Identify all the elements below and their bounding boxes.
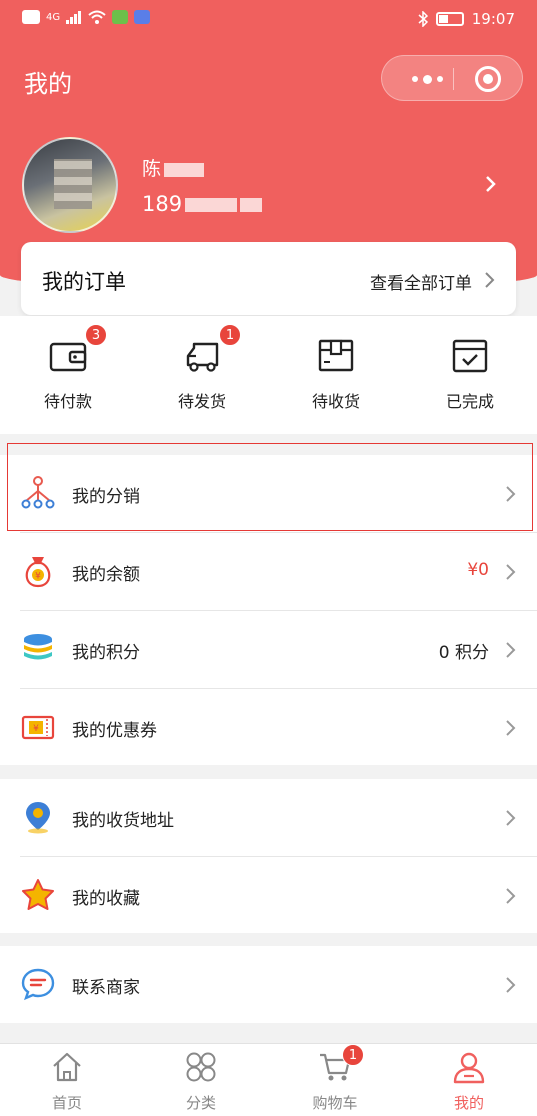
- chevron-right-icon: [506, 720, 516, 736]
- chevron-right-icon[interactable]: [484, 270, 496, 290]
- more-menu-button[interactable]: [400, 56, 454, 102]
- truck-icon: [186, 342, 219, 372]
- tab-label: 购物车: [312, 1094, 358, 1112]
- distribution-highlight-box: [7, 443, 533, 531]
- chevron-right-icon: [506, 642, 516, 658]
- grid-icon: [186, 1052, 216, 1082]
- bluetooth-icon: [418, 11, 428, 27]
- avatar[interactable]: [22, 137, 118, 233]
- order-item-label: 已完成: [445, 392, 494, 411]
- money-bag-icon: ¥: [25, 557, 51, 588]
- menu-label: 我的优惠券: [72, 721, 157, 741]
- order-item-label: 待收货: [311, 392, 360, 411]
- coupon-icon: ¥: [21, 715, 55, 740]
- page-title: 我的: [24, 70, 72, 98]
- points-value: 0 积分: [438, 643, 489, 663]
- star-icon: [22, 879, 54, 910]
- contact-menu-group: 联系商家: [0, 946, 537, 1023]
- signal-icon: [66, 11, 82, 24]
- order-pending-payment[interactable]: 3 待付款: [8, 324, 128, 412]
- menu-label: 联系商家: [72, 978, 140, 998]
- user-name: 陈: [142, 154, 205, 181]
- view-all-orders-link[interactable]: 查看全部订单: [370, 269, 472, 294]
- chat-bubble-icon: [21, 968, 55, 1001]
- status-bar: 4G 19:07: [0, 0, 537, 42]
- order-pending-shipment[interactable]: 1 待发货: [142, 324, 262, 412]
- tab-cart[interactable]: 1 购物车: [285, 1044, 385, 1113]
- menu-row-favorites[interactable]: 我的收藏: [0, 857, 537, 934]
- menu-label: 我的收货地址: [72, 811, 174, 831]
- miniprogram-capsule: [381, 55, 523, 101]
- chevron-right-icon: [506, 810, 516, 826]
- my-orders-title: 我的订单: [42, 270, 126, 294]
- wifi-icon: [88, 10, 106, 24]
- pending-payment-badge: 3: [85, 324, 107, 346]
- package-icon: [318, 339, 354, 372]
- chevron-right-icon: [506, 564, 516, 580]
- svg-text:¥: ¥: [33, 724, 39, 734]
- order-item-label: 待发货: [177, 392, 226, 411]
- close-miniprogram-button[interactable]: [475, 66, 501, 92]
- menu-row-contact[interactable]: 联系商家: [0, 946, 537, 1023]
- svg-text:¥: ¥: [35, 572, 41, 582]
- menu-row-points[interactable]: 我的积分 0 积分: [0, 611, 537, 688]
- status-time: 19:07: [471, 10, 515, 28]
- bottom-tab-bar: 首页 分类 1 购物车 我的: [0, 1043, 537, 1116]
- order-pending-receipt[interactable]: 待收货: [276, 336, 396, 412]
- tab-label: 首页: [51, 1094, 82, 1112]
- user-phone: 189: [142, 192, 263, 216]
- profile-chevron-icon[interactable]: [484, 170, 498, 198]
- app-notification-icon: [112, 10, 129, 24]
- location-pin-icon: [26, 802, 50, 834]
- balance-value: ¥0: [467, 560, 489, 580]
- tab-mine[interactable]: 我的: [419, 1050, 519, 1113]
- address-menu-group: 我的收货地址 我的收藏: [0, 779, 537, 933]
- menu-row-address[interactable]: 我的收货地址: [0, 779, 537, 856]
- menu-label: 我的余额: [72, 565, 140, 585]
- pending-shipment-badge: 1: [219, 324, 241, 346]
- order-status-row: 3 待付款 1 待发货 待收货 已完成: [0, 316, 537, 434]
- chevron-right-icon: [506, 977, 516, 993]
- network-label: 4G: [46, 11, 61, 23]
- menu-row-balance[interactable]: ¥ 我的余额 ¥0: [0, 533, 537, 610]
- menu-label: 我的积分: [72, 643, 140, 663]
- user-icon: [453, 1052, 485, 1084]
- menu-label: 我的收藏: [72, 889, 140, 909]
- menu-row-coupons[interactable]: ¥ 我的优惠券: [0, 689, 537, 766]
- tab-label: 我的: [453, 1094, 484, 1112]
- order-item-label: 待付款: [43, 392, 92, 411]
- order-completed[interactable]: 已完成: [410, 336, 530, 412]
- coins-stack-icon: [24, 634, 52, 660]
- tab-label: 分类: [185, 1094, 216, 1112]
- tab-home[interactable]: 首页: [17, 1050, 117, 1113]
- home-icon: [53, 1052, 81, 1082]
- cart-badge: 1: [342, 1044, 364, 1066]
- my-orders-card: 我的订单 查看全部订单: [21, 242, 516, 315]
- app-notification-icon-2: [134, 10, 151, 24]
- battery-icon: [435, 12, 464, 26]
- tab-category[interactable]: 分类: [151, 1050, 251, 1113]
- hd-icon: [22, 10, 40, 24]
- check-box-icon: [452, 339, 488, 373]
- chevron-right-icon: [506, 888, 516, 904]
- wallet-icon: [49, 342, 87, 372]
